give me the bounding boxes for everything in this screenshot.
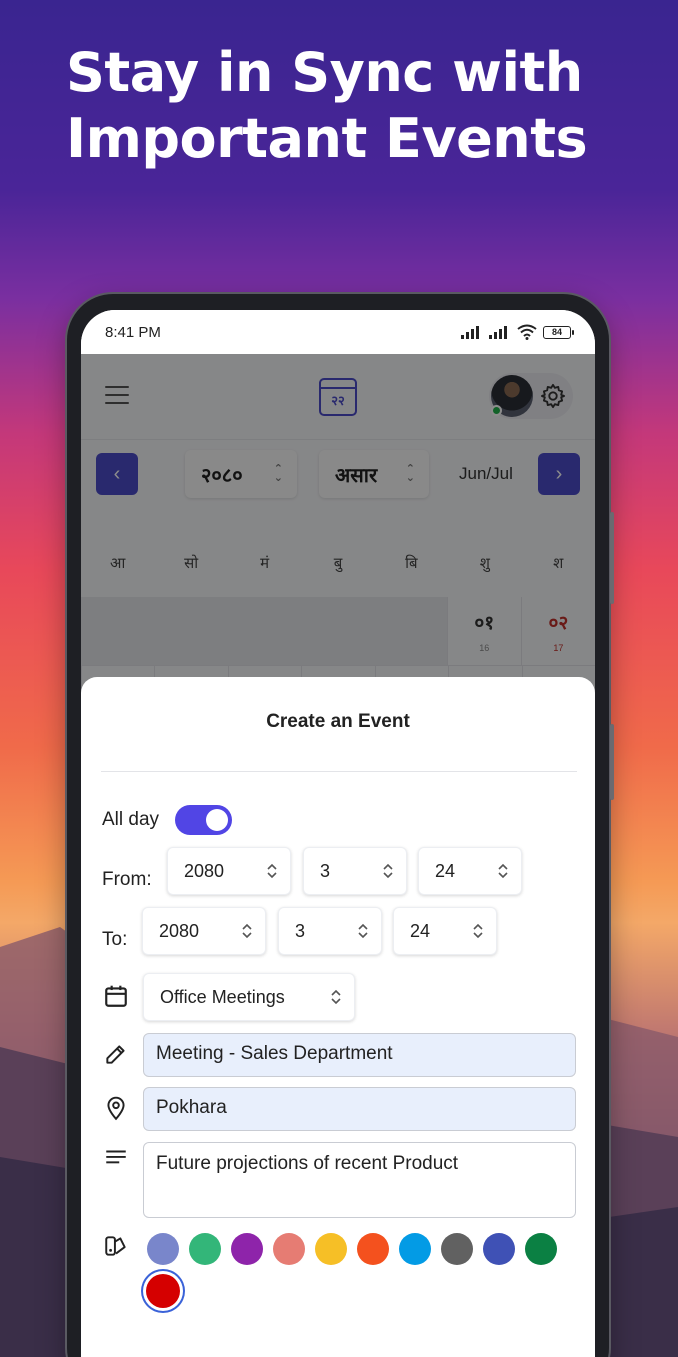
color-swatch[interactable]	[189, 1233, 221, 1265]
location-input[interactable]: Pokhara	[143, 1087, 576, 1131]
all-day-toggle[interactable]	[175, 805, 232, 835]
from-month-value: 3	[320, 860, 331, 881]
calendar-icon	[105, 985, 127, 1007]
create-event-sheet: Create an Event All day From: 2080 3 24 …	[81, 677, 595, 1357]
status-icons: 84	[461, 324, 574, 340]
calendar-name: Office Meetings	[160, 986, 285, 1007]
from-month-select[interactable]: 3	[303, 847, 407, 895]
chevron-updown-icon	[498, 863, 508, 879]
chevron-updown-icon	[473, 923, 483, 939]
chevron-updown-icon	[242, 923, 252, 939]
color-swatch[interactable]	[441, 1233, 473, 1265]
chevron-updown-icon	[267, 863, 277, 879]
divider	[101, 771, 577, 772]
chevron-updown-icon	[383, 863, 393, 879]
to-year-value: 2080	[159, 920, 200, 941]
description-input[interactable]: Future projections of recent Product	[143, 1142, 576, 1218]
color-swatch[interactable]	[315, 1233, 347, 1265]
status-time: 8:41 PM	[105, 323, 161, 341]
calendar-select[interactable]: Office Meetings	[143, 973, 355, 1021]
color-palette-icon	[105, 1236, 126, 1256]
from-label: From:	[102, 869, 152, 890]
to-month-value: 3	[295, 920, 306, 941]
all-day-label: All day	[102, 809, 160, 830]
location-pin-icon	[107, 1096, 125, 1121]
color-swatch[interactable]	[399, 1233, 431, 1265]
color-swatch[interactable]	[146, 1274, 180, 1308]
to-month-select[interactable]: 3	[278, 907, 382, 955]
from-day-value: 24	[435, 860, 456, 881]
color-swatch[interactable]	[483, 1233, 515, 1265]
wifi-icon	[517, 324, 537, 340]
edit-icon	[106, 1045, 125, 1064]
status-bar: 8:41 PM 84	[81, 310, 595, 354]
power-button	[610, 724, 614, 800]
color-swatch[interactable]	[273, 1233, 305, 1265]
to-label: To:	[102, 929, 128, 950]
color-swatch[interactable]	[357, 1233, 389, 1265]
color-swatch[interactable]	[231, 1233, 263, 1265]
from-year-value: 2080	[184, 860, 225, 881]
event-title-input[interactable]: Meeting - Sales Department	[143, 1033, 576, 1077]
headline: Stay in Sync with Important Events	[66, 40, 626, 172]
battery-icon: 84	[543, 325, 574, 339]
description-icon	[106, 1150, 126, 1164]
from-day-select[interactable]: 24	[418, 847, 522, 895]
to-year-select[interactable]: 2080	[142, 907, 266, 955]
phone-screen: 8:41 PM 84 २२ ‹ २०८० ⌃ ⌄ असार ⌃ ⌄ Jun/Ju…	[81, 310, 595, 1357]
signal-icon	[461, 326, 479, 339]
chevron-updown-icon	[331, 989, 341, 1005]
color-swatch[interactable]	[147, 1233, 179, 1265]
headline-line-1: Stay in Sync with	[66, 41, 583, 104]
headline-line-2: Important Events	[66, 107, 588, 170]
volume-button	[610, 512, 614, 604]
signal-icon-2	[489, 326, 507, 339]
from-year-select[interactable]: 2080	[167, 847, 291, 895]
to-day-value: 24	[410, 920, 431, 941]
chevron-updown-icon	[358, 923, 368, 939]
color-swatch[interactable]	[525, 1233, 557, 1265]
to-day-select[interactable]: 24	[393, 907, 497, 955]
sheet-title: Create an Event	[266, 711, 410, 732]
